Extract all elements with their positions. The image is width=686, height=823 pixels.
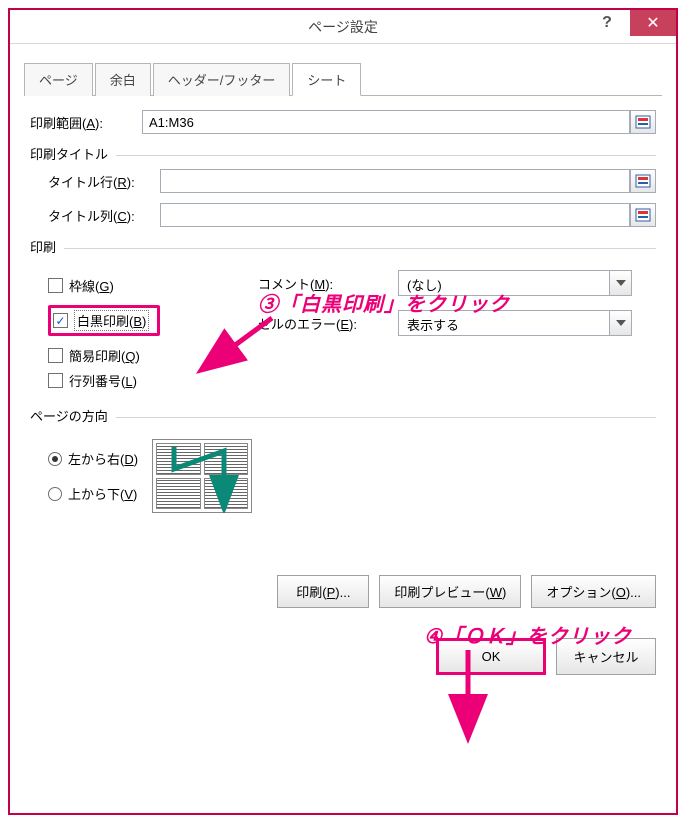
tab-header-footer[interactable]: ヘッダー/フッター [153, 63, 291, 96]
annotation-step3: ③「白黒印刷」をクリック [258, 288, 510, 317]
rowcol-checkbox[interactable] [48, 373, 63, 388]
print-button[interactable]: 印刷(P)... [277, 575, 369, 608]
draft-label: 簡易印刷(Q) [69, 346, 140, 365]
gridlines-label: 枠線(G) [69, 276, 114, 295]
draft-checkbox[interactable] [48, 348, 63, 363]
close-button[interactable]: ✕ [630, 10, 676, 36]
help-button[interactable]: ? [584, 10, 630, 36]
print-area-input[interactable] [142, 110, 630, 134]
annotation-step4: ④「ＯＫ」をクリック [424, 620, 632, 649]
order-ttb-label: 上から下(V) [68, 484, 137, 503]
order-heading: ページの方向 [30, 406, 108, 425]
order-preview [152, 439, 252, 513]
chevron-down-icon [609, 271, 631, 295]
title-cols-label: タイトル列(C): [48, 206, 160, 225]
order-ltr-label: 左から右(D) [68, 449, 138, 468]
rowcol-checkbox-row[interactable]: 行列番号(L) [48, 371, 238, 390]
titlebar: ページ設定 ? ✕ [10, 10, 676, 44]
title-rows-input[interactable] [160, 169, 630, 193]
tab-margins[interactable]: 余白 [95, 63, 151, 96]
bw-label: 白黒印刷(B) [74, 310, 149, 331]
order-ttb-radio[interactable] [48, 487, 62, 501]
preview-button[interactable]: 印刷プレビュー(W) [379, 575, 521, 608]
print-heading: 印刷 [30, 237, 56, 256]
chevron-down-icon [609, 311, 631, 335]
draft-checkbox-row[interactable]: 簡易印刷(Q) [48, 346, 238, 365]
bw-checkbox-row[interactable]: 白黒印刷(B) [53, 310, 149, 331]
print-area-label: 印刷範囲(A): [30, 113, 142, 132]
tab-sheet[interactable]: シート [292, 63, 361, 96]
title-rows-collapse-button[interactable] [630, 169, 656, 193]
title-rows-label: タイトル行(R): [48, 172, 160, 191]
print-titles-heading: 印刷タイトル [30, 144, 108, 163]
order-ttb-radio-row[interactable]: 上から下(V) [48, 484, 138, 503]
options-button[interactable]: オプション(O)... [531, 575, 656, 608]
title-cols-input[interactable] [160, 203, 630, 227]
title-cols-collapse-button[interactable] [630, 203, 656, 227]
gridlines-checkbox-row[interactable]: 枠線(G) [48, 276, 238, 295]
order-ltr-radio[interactable] [48, 452, 62, 466]
tab-page[interactable]: ページ [24, 63, 93, 96]
gridlines-checkbox[interactable] [48, 278, 63, 293]
bw-checkbox[interactable] [53, 313, 68, 328]
order-ltr-radio-row[interactable]: 左から右(D) [48, 449, 138, 468]
tab-strip: ページ 余白 ヘッダー/フッター シート [24, 62, 662, 96]
rowcol-label: 行列番号(L) [69, 371, 137, 390]
window-title: ページ設定 [308, 17, 378, 37]
print-area-collapse-button[interactable] [630, 110, 656, 134]
